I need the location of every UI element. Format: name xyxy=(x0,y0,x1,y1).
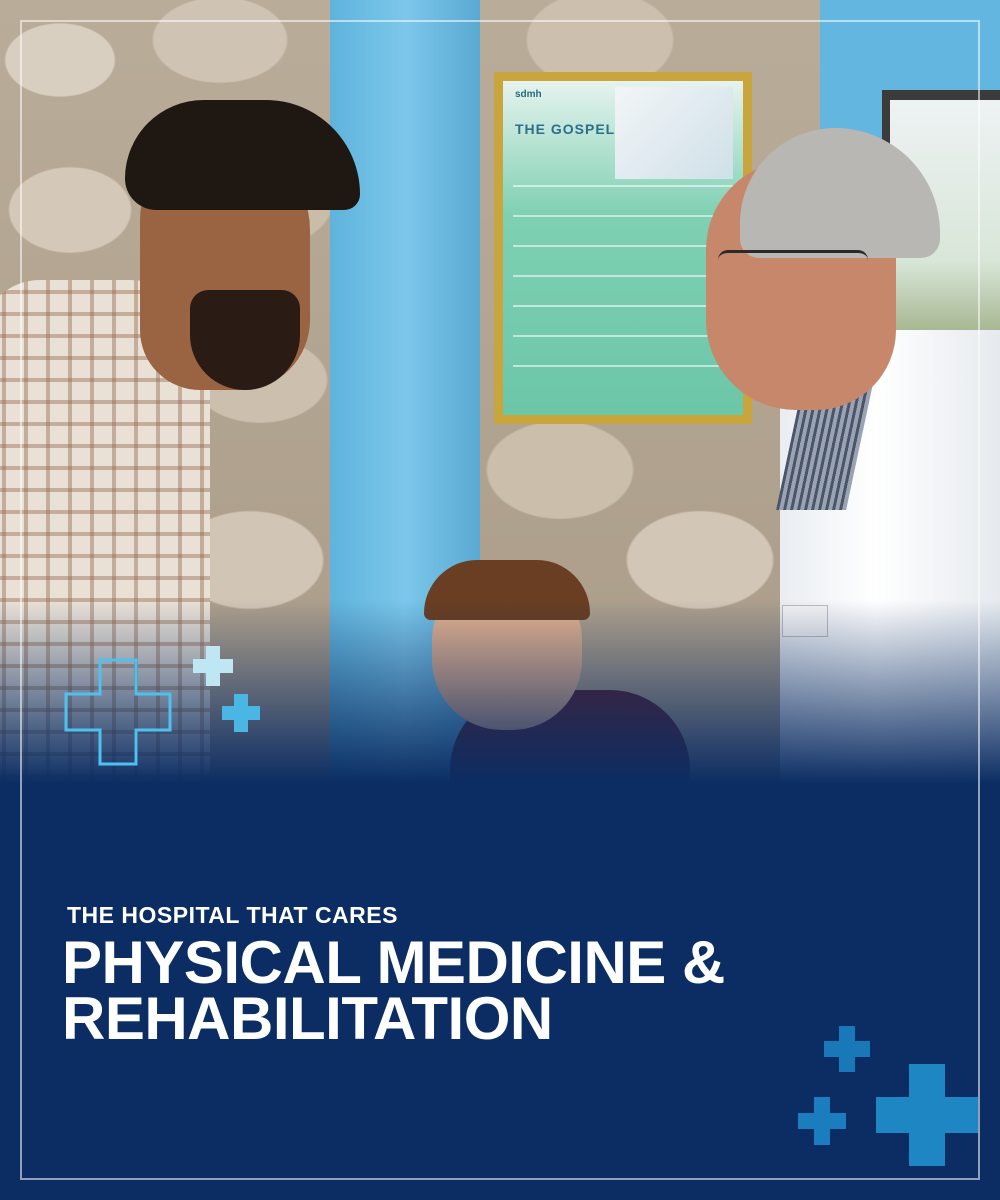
poster-text-lines xyxy=(513,185,733,395)
page-title: PHYSICAL MEDICINE & REHABILITATION xyxy=(62,929,922,1052)
poster-title: THE GOSPEL xyxy=(515,121,616,137)
hero-banner: sdmh THE GOSPEL THE HOSPITAL THAT CARES … xyxy=(0,0,1000,1200)
poster-logo: sdmh xyxy=(515,89,542,100)
medical-cross-outline-icon xyxy=(62,656,174,768)
headline-line-2: REHABILITATION xyxy=(62,985,553,1052)
poster-photo xyxy=(615,87,733,179)
tagline: THE HOSPITAL THAT CARES xyxy=(67,902,398,928)
medical-cross-icon xyxy=(193,646,233,686)
doctor-glasses xyxy=(718,250,868,279)
medical-cross-icon xyxy=(222,694,260,732)
medical-cross-icon xyxy=(876,1064,978,1166)
medical-cross-icon xyxy=(798,1097,846,1145)
headline-line-1: PHYSICAL MEDICINE & xyxy=(62,929,725,996)
